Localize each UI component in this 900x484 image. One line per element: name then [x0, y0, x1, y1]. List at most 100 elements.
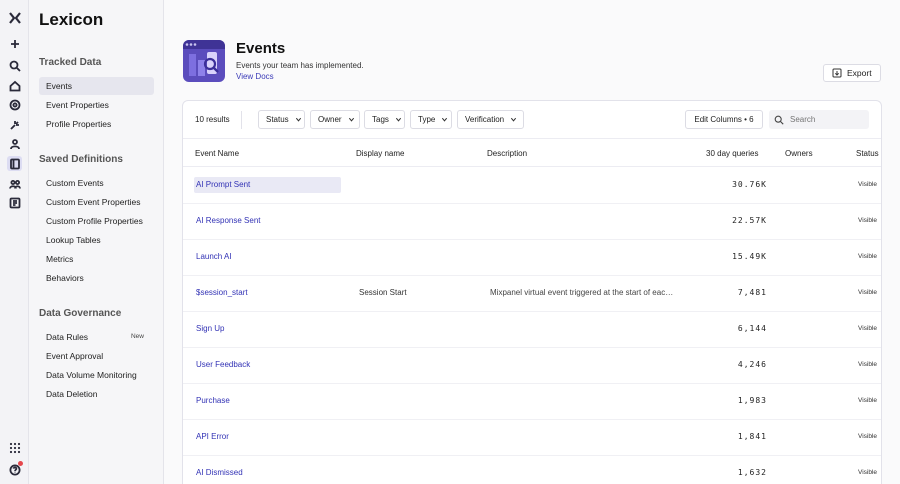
query-count: 1,632: [737, 468, 767, 477]
query-count: 30.76K: [732, 180, 767, 189]
main-content: Events Events your team has implemented.…: [164, 0, 900, 484]
column-header-display-name[interactable]: Display name: [356, 149, 404, 158]
table-row[interactable]: Sign Up 6,144 Visible: [183, 312, 881, 348]
status-value: Visible: [858, 325, 878, 332]
table-row[interactable]: API Error 1,841 Visible: [183, 420, 881, 456]
status-value: Visible: [858, 469, 878, 476]
table-search[interactable]: [769, 110, 869, 129]
search-icon: [774, 115, 784, 125]
event-name-link[interactable]: Sign Up: [196, 324, 224, 333]
spark-icon[interactable]: [7, 117, 22, 132]
sidebar-item-behaviors[interactable]: Behaviors: [39, 269, 154, 287]
event-name-link[interactable]: API Error: [196, 432, 229, 441]
query-count: 6,144: [737, 324, 767, 333]
query-count: 15.49K: [732, 252, 767, 261]
help-icon[interactable]: [7, 461, 23, 477]
add-icon[interactable]: [7, 36, 22, 51]
event-name-link[interactable]: $session_start: [196, 288, 248, 297]
icon-rail: [0, 0, 29, 484]
column-header-owners[interactable]: Owners: [785, 149, 813, 158]
display-name: Session Start: [359, 288, 407, 297]
lexicon-icon[interactable]: [7, 156, 22, 171]
table-row[interactable]: AI Response Sent 22.57K Visible: [183, 204, 881, 240]
sidebar-item-data-volume-monitoring[interactable]: Data Volume Monitoring: [39, 366, 154, 384]
chevron-down-icon: [442, 117, 448, 122]
event-name-link[interactable]: AI Dismissed: [196, 468, 243, 477]
type-filter[interactable]: Type: [410, 110, 452, 129]
notification-dot: [18, 461, 23, 466]
status-value: Visible: [858, 433, 878, 440]
sidebar-item-data-rules[interactable]: Data Rules New: [39, 328, 154, 346]
query-count: 7,481: [737, 288, 767, 297]
search-input[interactable]: [790, 115, 860, 124]
group-icon[interactable]: [7, 176, 22, 191]
owner-filter[interactable]: Owner: [310, 110, 360, 129]
page-title: Events: [236, 40, 286, 57]
verification-filter[interactable]: Verification: [457, 110, 524, 129]
sidebar-item-label: Data Rules: [46, 332, 89, 342]
reports-icon[interactable]: [7, 195, 22, 210]
sidebar-item-lookup-tables[interactable]: Lookup Tables: [39, 231, 154, 249]
query-count: 22.57K: [732, 216, 767, 225]
view-docs-link[interactable]: View Docs: [236, 72, 274, 81]
sidebar: Lexicon Tracked Data Events Event Proper…: [29, 0, 164, 484]
sidebar-item-custom-profile-properties[interactable]: Custom Profile Properties: [39, 212, 154, 230]
query-count: 1,983: [737, 396, 767, 405]
table-row[interactable]: User Feedback 4,246 Visible: [183, 348, 881, 384]
status-value: Visible: [858, 289, 878, 296]
export-label: Export: [847, 68, 872, 78]
event-name-link[interactable]: Launch AI: [196, 252, 232, 261]
column-header-status[interactable]: Status: [856, 149, 879, 158]
event-name-link[interactable]: Purchase: [196, 396, 230, 405]
event-name-link[interactable]: AI Prompt Sent: [196, 180, 250, 189]
section-title-saved-definitions: Saved Definitions: [39, 154, 123, 165]
chevron-down-icon: [395, 117, 401, 122]
new-badge: New: [130, 333, 144, 340]
section-title-tracked-data: Tracked Data: [39, 57, 102, 68]
section-title-data-governance: Data Governance: [39, 308, 122, 319]
event-name-link[interactable]: User Feedback: [196, 360, 250, 369]
table-row[interactable]: AI Prompt Sent 30.76K Visible: [183, 168, 881, 204]
sidebar-item-event-approval[interactable]: Event Approval: [39, 347, 154, 365]
sidebar-item-custom-event-properties[interactable]: Custom Event Properties: [39, 193, 154, 211]
table-row[interactable]: Launch AI 15.49K Visible: [183, 240, 881, 276]
sidebar-item-data-deletion[interactable]: Data Deletion: [39, 385, 154, 403]
table-row[interactable]: $session_start Session Start Mixpanel vi…: [183, 276, 881, 312]
page-subtitle: Events your team has implemented.: [236, 61, 364, 70]
search-icon[interactable]: [7, 58, 22, 73]
table-row[interactable]: Purchase 1,983 Visible: [183, 384, 881, 420]
sidebar-item-events[interactable]: Events: [39, 77, 154, 95]
status-value: Visible: [858, 397, 878, 404]
status-filter[interactable]: Status: [258, 110, 305, 129]
sidebar-item-event-properties[interactable]: Event Properties: [39, 96, 154, 114]
export-button[interactable]: Export: [823, 64, 881, 82]
column-header-description[interactable]: Description: [487, 149, 527, 158]
sidebar-item-profile-properties[interactable]: Profile Properties: [39, 115, 154, 133]
apps-grid-icon[interactable]: [7, 440, 22, 455]
target-icon[interactable]: [7, 97, 22, 112]
results-count: 10 results: [195, 115, 230, 124]
event-name-link[interactable]: AI Response Sent: [196, 216, 260, 225]
column-header-event-name[interactable]: Event Name: [195, 149, 239, 158]
app-title: Lexicon: [39, 10, 104, 29]
table-header: Event Name Display name Description 30 d…: [183, 139, 881, 167]
logo-icon[interactable]: [7, 10, 22, 25]
table-row[interactable]: AI Dismissed 1,632 Visible: [183, 456, 881, 484]
chevron-down-icon: [348, 117, 354, 122]
description: Mixpanel virtual event triggered at the …: [490, 288, 674, 297]
table-toolbar: 10 results Status Owner Tags Type Verifi…: [183, 101, 881, 139]
status-value: Visible: [858, 361, 878, 368]
edit-columns-button[interactable]: Edit Columns • 6: [685, 110, 763, 129]
tags-filter[interactable]: Tags: [364, 110, 405, 129]
events-table-card: 10 results Status Owner Tags Type Verifi…: [182, 100, 882, 484]
home-icon[interactable]: [7, 78, 22, 93]
filter-label: Tags: [372, 115, 389, 124]
sidebar-item-custom-events[interactable]: Custom Events: [39, 174, 154, 192]
status-value: Visible: [858, 217, 878, 224]
events-illustration: [183, 40, 225, 82]
column-header-30-day-queries[interactable]: 30 day queries: [706, 149, 758, 158]
sidebar-item-metrics[interactable]: Metrics: [39, 250, 154, 268]
users-icon[interactable]: [7, 136, 22, 151]
filter-label: Type: [418, 115, 436, 124]
toolbar-divider: [241, 111, 242, 129]
